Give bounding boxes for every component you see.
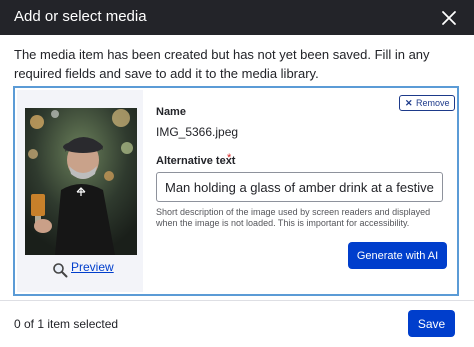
alt-text-label: Alternative text [156, 155, 236, 167]
x-icon: ✕ [405, 98, 413, 108]
dialog-title: Add or select media [14, 8, 147, 25]
close-icon[interactable] [440, 9, 458, 27]
name-value: IMG_5366.jpeg [156, 125, 239, 139]
required-marker: * [227, 152, 232, 164]
remove-button[interactable]: ✕ Remove [399, 95, 455, 111]
footer-divider [0, 300, 474, 301]
alt-text-help: Short description of the image used by s… [156, 207, 431, 228]
save-button[interactable]: Save [408, 310, 455, 337]
magnifier-icon [53, 263, 68, 278]
dialog-titlebar: Add or select media [0, 0, 474, 35]
media-thumbnail [25, 108, 137, 255]
remove-label: Remove [416, 98, 450, 108]
unsaved-notice: The media item has been created but has … [14, 47, 430, 81]
name-label: Name [156, 106, 186, 118]
alt-text-input[interactable] [156, 172, 443, 202]
media-preview-panel: Preview [17, 90, 143, 292]
selection-count: 0 of 1 item selected [14, 317, 119, 331]
media-item-card: Preview ✕ Remove Name IMG_5366.jpeg Alte… [13, 86, 459, 296]
generate-with-ai-button[interactable]: Generate with AI [348, 242, 447, 269]
preview-link[interactable]: Preview [71, 260, 114, 274]
